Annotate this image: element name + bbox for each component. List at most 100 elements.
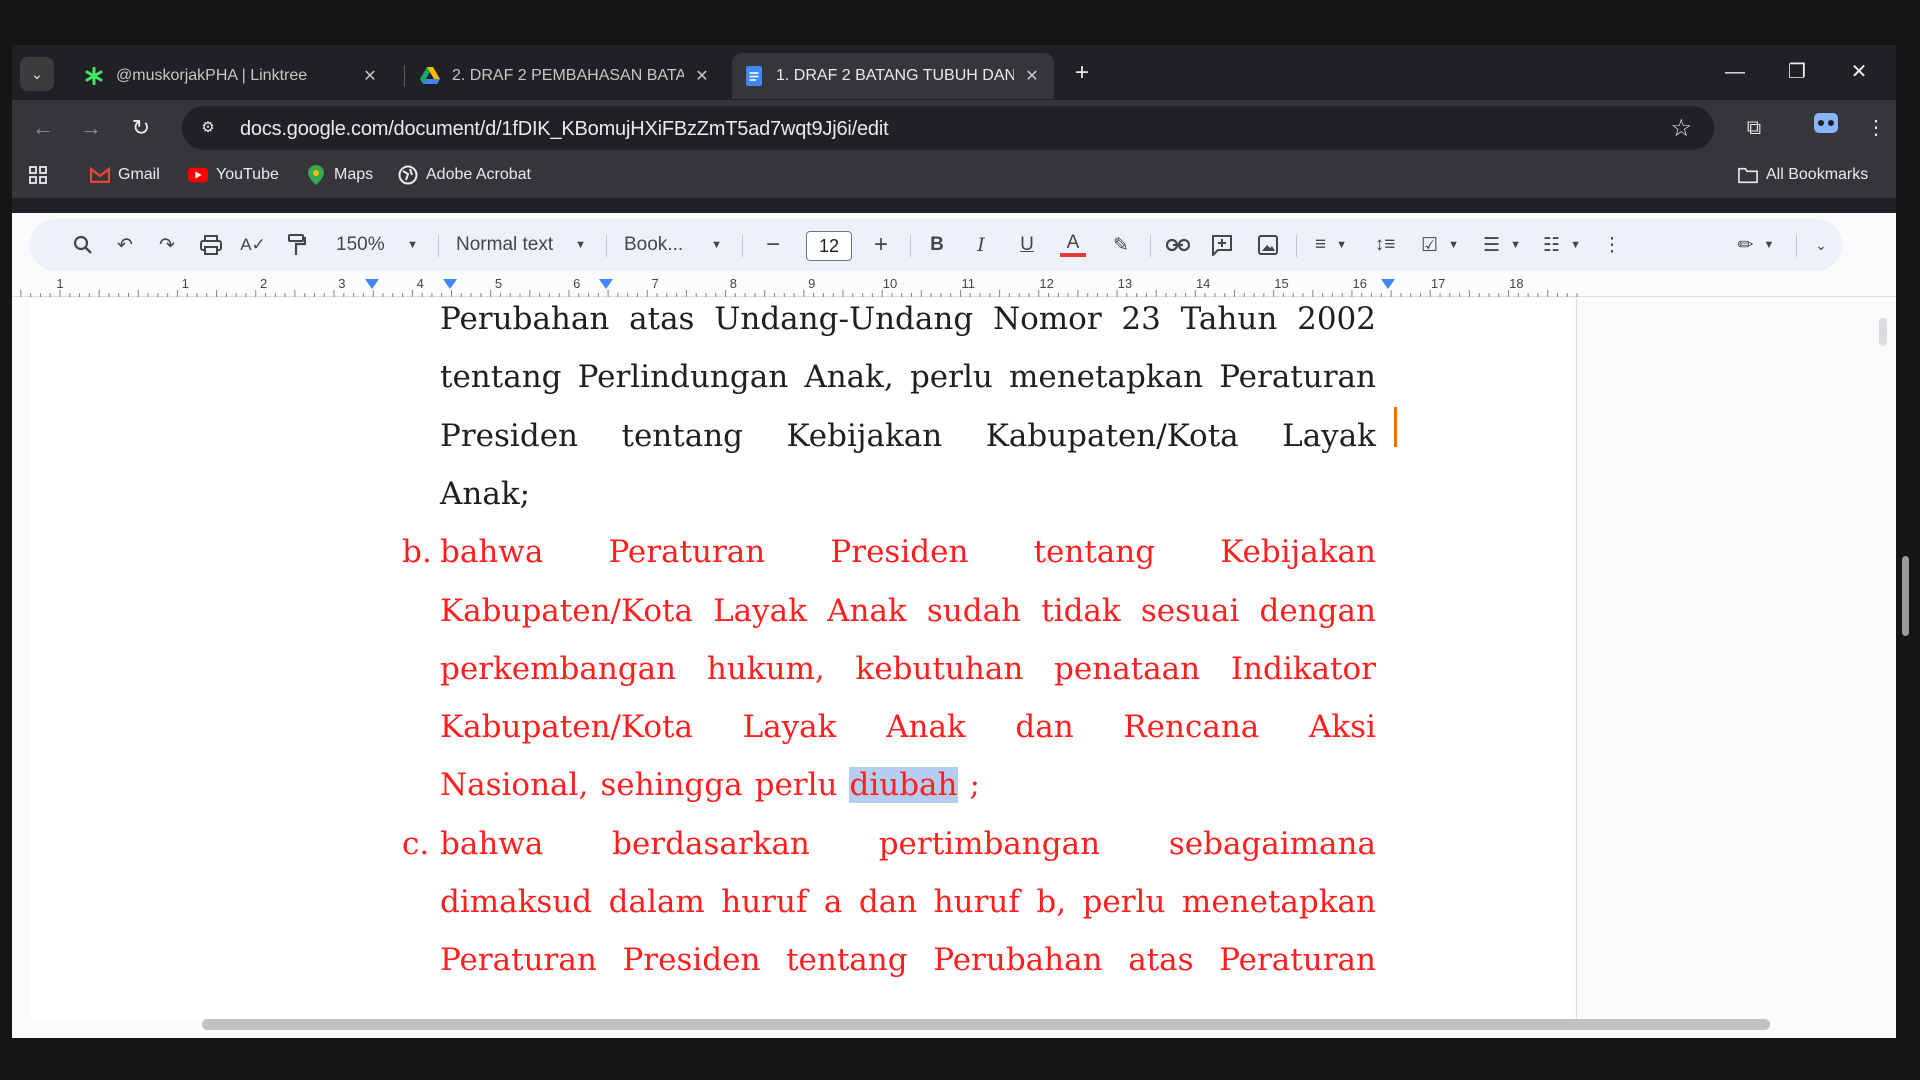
text-line[interactable]: bahwa Peraturan Presiden tentang Kebijakan xyxy=(440,534,1376,570)
undo-icon[interactable]: ↶ xyxy=(110,229,140,261)
checklist-select[interactable]: ☑ ▼ xyxy=(1414,229,1466,261)
insert-image-icon[interactable] xyxy=(1252,229,1284,261)
site-settings-icon[interactable]: ⚙ xyxy=(196,117,220,139)
insert-link-icon[interactable] xyxy=(1162,229,1194,261)
reload-button[interactable]: ↻ xyxy=(126,113,156,143)
back-button[interactable]: ← xyxy=(28,113,58,143)
text-line[interactable]: Kabupaten/Kota Layak Anak sudah tidak sesuai d… xyxy=(440,593,1376,629)
new-tab-button[interactable]: + xyxy=(1067,59,1097,89)
bookmark-youtube[interactable]: YouTube xyxy=(188,165,279,185)
text-line[interactable]: dimaksud dalam huruf a dan huruf b, perlu meneta… xyxy=(440,884,1376,920)
ruler-number: 17 xyxy=(1431,276,1445,291)
close-icon[interactable]: ✕ xyxy=(360,66,380,86)
text-line[interactable]: perkembangan hukum, kebutuhan penataan Indik… xyxy=(440,651,1376,687)
text-line[interactable]: Perubahan atas Undang-Undang Nomor 23 Tahun 20… xyxy=(440,301,1376,337)
first-line-indent-marker[interactable] xyxy=(443,279,457,289)
font-family-select[interactable]: Book... ▼ xyxy=(618,229,728,261)
word: Anak, xyxy=(804,359,894,396)
word: tentang xyxy=(621,417,744,454)
outer-scrollbar[interactable] xyxy=(1902,556,1909,636)
tab-drive-draft[interactable]: 2. DRAF 2 PEMBAHASAN BATANG ✕ xyxy=(408,53,724,99)
underline-button[interactable]: U xyxy=(1012,229,1042,261)
spellcheck-icon[interactable]: A✓ xyxy=(238,229,268,261)
redo-icon[interactable]: ↷ xyxy=(152,229,182,261)
extensions-icon[interactable]: ⧉ xyxy=(1738,112,1770,144)
text-line[interactable]: Kabupaten/Kota Layak Anak dan Rencana Aksi xyxy=(440,709,1376,745)
bulleted-list-select[interactable]: ☰ ▼ xyxy=(1476,229,1528,261)
ruler-number: 14 xyxy=(1196,276,1210,291)
collapse-toolbar-icon[interactable]: ⌄ xyxy=(1806,229,1836,261)
ruler-number: 4 xyxy=(417,276,424,291)
document-page[interactable]: Perubahan atas Undang-Undang Nomor 23 Tahun 20… xyxy=(30,299,1572,1019)
text-line[interactable]: bahwa berdasarkan pertimbangan sebagaimana xyxy=(440,826,1376,862)
bookmark-maps[interactable]: Maps xyxy=(306,165,373,185)
paragraph-style-select[interactable]: Normal text ▼ xyxy=(450,229,592,261)
word: sudah xyxy=(926,592,1022,629)
all-bookmarks[interactable]: All Bookmarks xyxy=(1738,165,1868,185)
menu-kebab-icon[interactable]: ⋮ xyxy=(1860,112,1892,144)
word: Kebijakan xyxy=(786,417,943,454)
text-color-button[interactable]: A xyxy=(1056,229,1090,261)
vertical-scrollbar[interactable] xyxy=(1879,318,1887,346)
text-line[interactable]: Presiden tentang Kebijakan Kabupaten/Kota La… xyxy=(440,418,1376,454)
close-icon[interactable]: ✕ xyxy=(1022,66,1042,86)
word: tentang xyxy=(440,359,562,396)
text-line[interactable]: Nasional, sehingga perlu diubah; xyxy=(440,767,1376,804)
word: Layak xyxy=(742,709,837,746)
ruler[interactable]: 1 1 2 3 4 5 6 7 8 9 10 11 12 13 14 15 16 17 18 xyxy=(12,275,1896,297)
bookmark-star-icon[interactable]: ☆ xyxy=(1670,114,1692,143)
ruler-number: 15 xyxy=(1274,276,1288,291)
address-bar[interactable]: ⚙ docs.google.com/document/d/1fDIK_KBomu… xyxy=(182,106,1714,150)
forward-button[interactable]: → xyxy=(76,113,106,143)
text-line[interactable]: tentang Perlindungan Anak, perlu menetapkan P… xyxy=(440,359,1376,395)
text-selection: diubah xyxy=(849,767,958,804)
minimize-button[interactable]: — xyxy=(1712,55,1758,89)
word: sesuai xyxy=(1140,592,1240,629)
increase-font-size-button[interactable]: + xyxy=(866,229,896,261)
caret-down-icon: ▼ xyxy=(1336,239,1347,251)
paint-format-icon[interactable] xyxy=(282,229,312,261)
bold-button[interactable]: B xyxy=(922,229,952,261)
numbered-list-select[interactable]: ☷ ▼ xyxy=(1536,229,1588,261)
tab-search-button[interactable]: ⌄ xyxy=(20,57,54,91)
address-url[interactable]: docs.google.com/document/d/1fDIK_KBomujH… xyxy=(240,118,889,141)
profile-icon[interactable] xyxy=(1810,112,1842,144)
font-size-input[interactable]: 12 xyxy=(806,231,852,261)
word: Anak xyxy=(827,592,907,629)
horizontal-scrollbar[interactable] xyxy=(202,1019,1770,1030)
highlight-pen-icon[interactable]: ✎ xyxy=(1106,229,1136,261)
tab-title: 2. DRAF 2 PEMBAHASAN BATANG xyxy=(452,67,684,84)
bookmark-gmail[interactable]: Gmail xyxy=(90,165,160,185)
editing-mode-select[interactable]: ✏ ▼ xyxy=(1730,229,1782,261)
text-line[interactable]: Peraturan Presiden tentang Perubahan atas Per… xyxy=(440,942,1376,978)
tab-strip: ⌄ @muskorjakPHA | Linktree ✕ 2. DRAF 2 P… xyxy=(12,45,1896,100)
tab-docs-draft[interactable]: 1. DRAF 2 BATANG TUBUH DAN ✕ xyxy=(732,53,1054,99)
word: dengan xyxy=(1259,592,1376,629)
right-indent-marker[interactable] xyxy=(1381,279,1395,289)
bookmark-adobe-acrobat[interactable]: Adobe Acrobat xyxy=(398,165,531,185)
apps-grid-icon[interactable] xyxy=(28,165,48,185)
text-line[interactable]: Anak; xyxy=(440,476,1376,512)
line-spacing-icon[interactable]: ↕≡ xyxy=(1370,229,1400,261)
search-menus-icon[interactable] xyxy=(68,229,98,261)
word: Presiden xyxy=(830,534,969,571)
tab-linktree[interactable]: @muskorjakPHA | Linktree ✕ xyxy=(72,53,392,99)
add-comment-icon[interactable] xyxy=(1206,229,1238,261)
word: perlu xyxy=(909,359,993,396)
print-icon[interactable] xyxy=(196,229,226,261)
indent-marker[interactable] xyxy=(365,279,379,289)
restore-button[interactable]: ❐ xyxy=(1774,55,1820,89)
ruler-number: 6 xyxy=(573,276,580,291)
decrease-font-size-button[interactable]: − xyxy=(758,229,788,261)
ruler-number: 12 xyxy=(1039,276,1053,291)
more-options-icon[interactable]: ⋮ xyxy=(1600,229,1624,261)
italic-button[interactable]: I xyxy=(966,229,996,261)
word: atas xyxy=(629,301,695,337)
close-window-button[interactable]: ✕ xyxy=(1836,55,1882,89)
close-icon[interactable]: ✕ xyxy=(692,66,712,86)
zoom-select[interactable]: 150% ▼ xyxy=(330,229,424,261)
align-select[interactable]: ≡ ▼ xyxy=(1308,229,1354,261)
globe-icon xyxy=(398,165,418,185)
caret-down-icon: ▼ xyxy=(1763,239,1775,251)
tab-stop-marker[interactable] xyxy=(599,279,613,289)
